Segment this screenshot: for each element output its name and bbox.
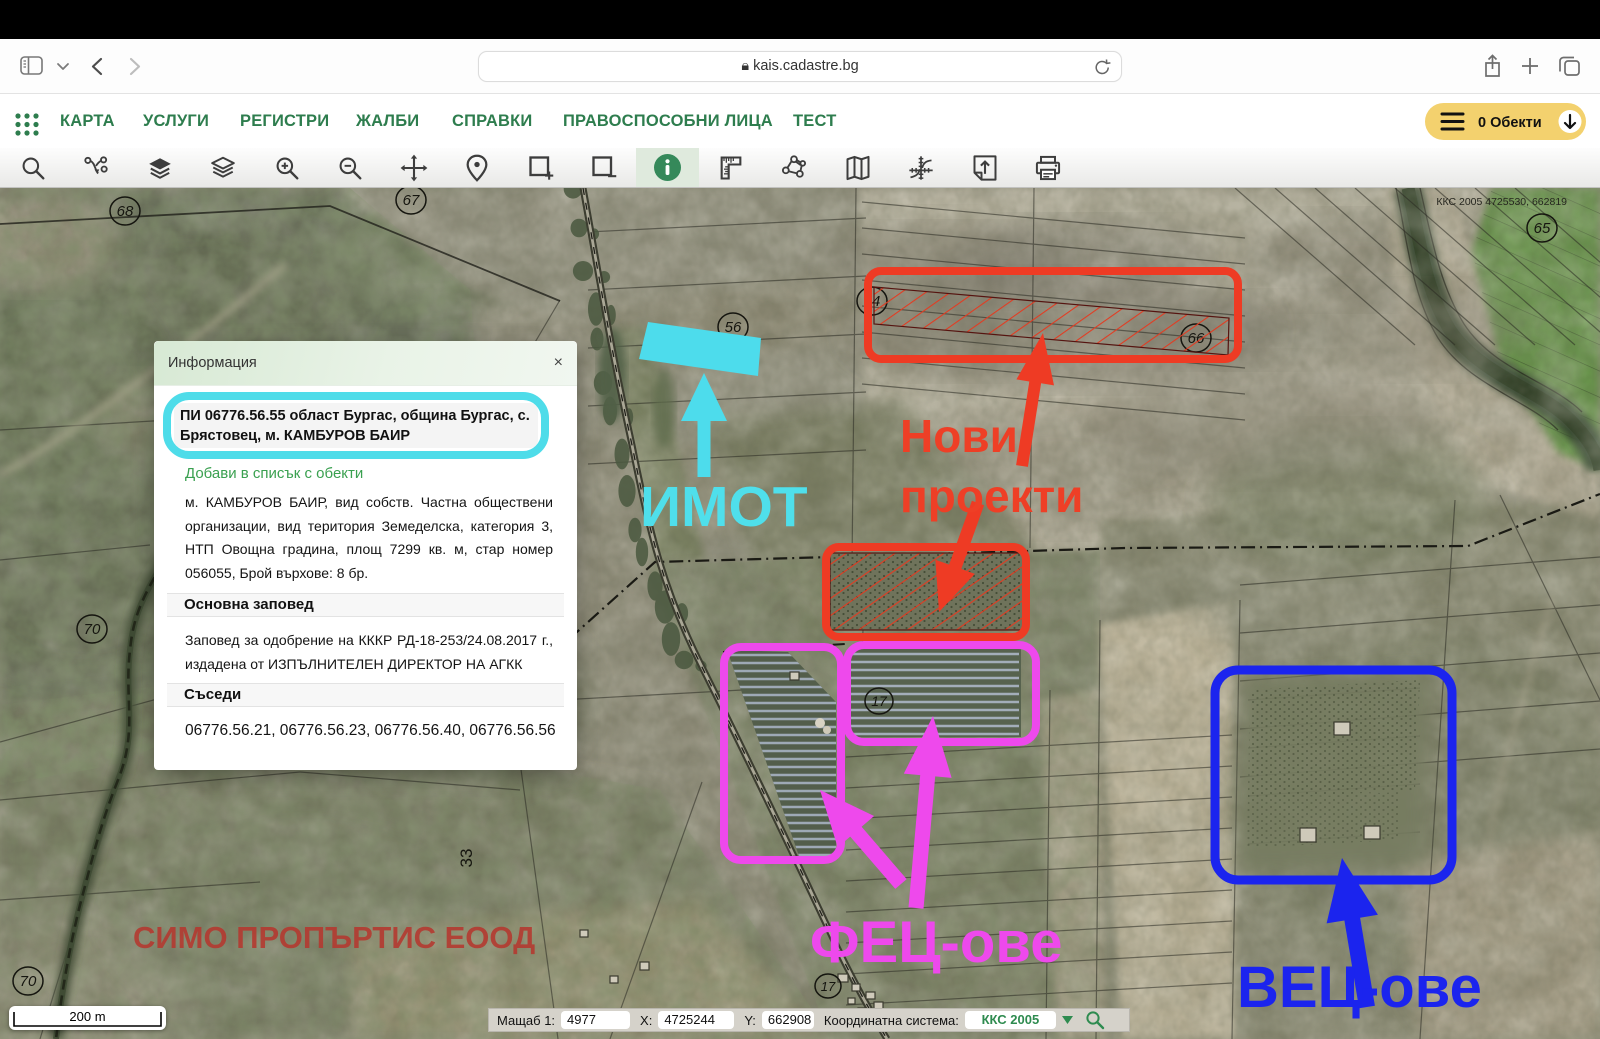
svg-text:проекти: проекти [900,470,1083,522]
svg-text:70: 70 [84,621,101,638]
svg-text:17: 17 [821,979,836,994]
svg-text:0 Обекти: 0 Обекти [1478,115,1542,131]
svg-text:17: 17 [871,693,888,709]
svg-text:ИМОТ: ИМОТ [640,475,808,539]
svg-text:ВЕЦ-ове: ВЕЦ-ове [1237,955,1482,1020]
svg-text:ФЕЦ-ове: ФЕЦ-ове [810,910,1062,975]
svg-text:Нови: Нови [900,410,1018,462]
svg-text:65: 65 [1534,220,1551,237]
svg-text:33: 33 [457,849,476,868]
svg-text:67: 67 [403,192,420,209]
svg-text:СИМО ПРОПЪРТИС ЕООД: СИМО ПРОПЪРТИС ЕООД [133,920,535,955]
svg-text:ККС 2005 4725530, 662819: ККС 2005 4725530, 662819 [1436,196,1567,208]
svg-text:68: 68 [117,203,134,220]
svg-text:70: 70 [20,973,37,990]
